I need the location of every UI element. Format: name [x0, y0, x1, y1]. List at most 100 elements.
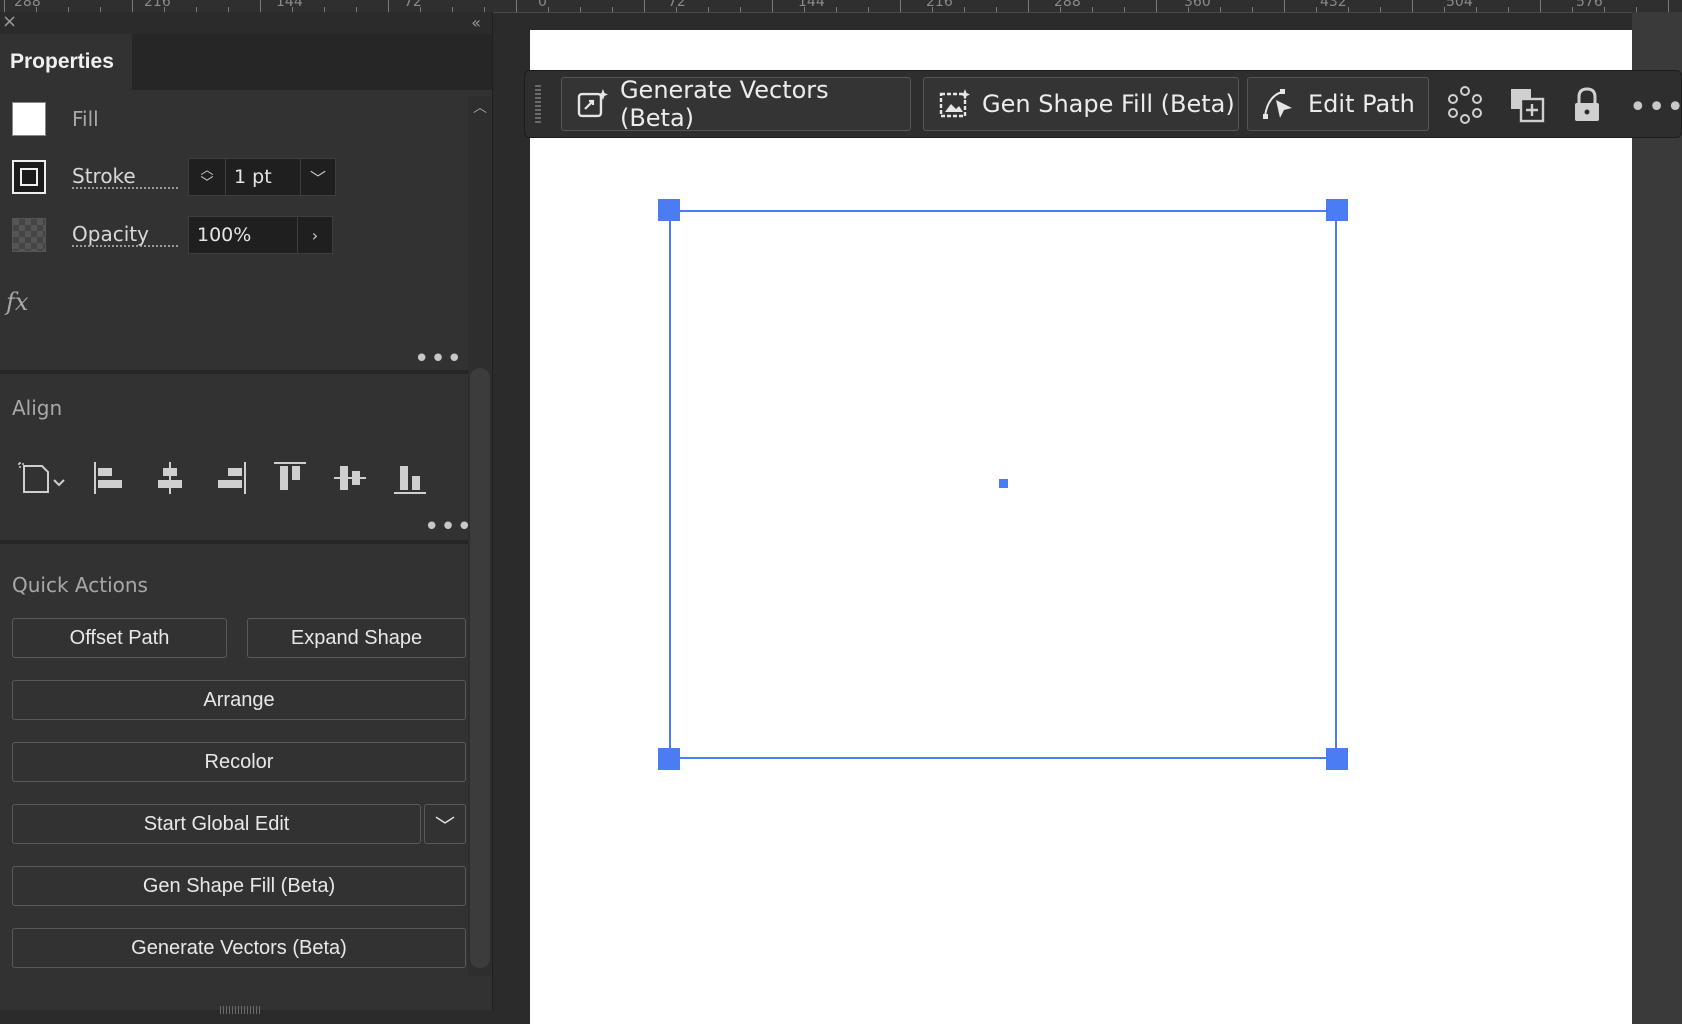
ruler-tick	[388, 0, 389, 12]
ruler-tick	[1220, 7, 1221, 12]
quick-actions-title: Quick Actions	[12, 573, 148, 597]
ruler-tick	[804, 7, 805, 12]
fill-label: Fill	[72, 107, 99, 131]
stroke-weight-control: ︿ ﹀ 1 pt ﹀	[188, 158, 336, 196]
align-bottom-icon[interactable]	[390, 458, 430, 498]
ruler-tick	[772, 0, 773, 12]
chevron-down-icon[interactable]: ﹀	[301, 159, 335, 195]
ruler-tick	[132, 0, 133, 12]
expand-shape-button[interactable]: Expand Shape	[247, 618, 466, 658]
scroll-thumb[interactable]	[470, 368, 490, 968]
gen-shape-fill-taskbar-button[interactable]: Gen Shape Fill (Beta)	[923, 77, 1239, 131]
ruler-label: 216	[144, 0, 171, 10]
edit-path-button[interactable]: Edit Path	[1247, 77, 1429, 131]
ruler-label: 144	[798, 0, 825, 10]
properties-panel: × ‹‹ Properties ︿ Fill Stroke ︿ ﹀ 1 pt ﹀ …	[0, 12, 493, 1014]
stroke-stepper[interactable]: ︿ ﹀	[189, 159, 226, 195]
sparkle-vector-icon	[577, 89, 608, 118]
stroke-swatch[interactable]	[12, 160, 46, 194]
ruler-tick	[644, 0, 645, 12]
ruler-tick	[1476, 7, 1477, 12]
opacity-label[interactable]: Opacity	[72, 223, 178, 247]
offset-path-button[interactable]: Offset Path	[12, 618, 227, 658]
ruler-label: 576	[1576, 0, 1603, 10]
gen-shape-fill-label: Gen Shape Fill (Beta)	[982, 90, 1235, 118]
ruler-tick	[260, 0, 261, 12]
stroke-weight-input[interactable]: 1 pt	[226, 159, 301, 195]
ruler-tick	[836, 7, 837, 12]
resize-handle-bottom-left[interactable]	[658, 748, 680, 770]
ruler-tick	[1188, 7, 1189, 12]
panel-topbar: × ‹‹	[0, 12, 492, 34]
resize-handle-bottom-right[interactable]	[1326, 748, 1348, 770]
align-hcenter-icon[interactable]	[150, 458, 190, 498]
ruler-tick	[548, 7, 549, 12]
chevron-down-icon[interactable]: ﹀	[424, 804, 466, 844]
align-left-icon[interactable]	[90, 458, 130, 498]
close-icon[interactable]: ×	[2, 12, 17, 32]
ruler-label: 144	[276, 0, 303, 10]
more-icon[interactable]: •••	[414, 346, 463, 372]
lock-icon[interactable]	[1567, 85, 1607, 125]
ruler-label: 432	[1320, 0, 1347, 10]
opacity-swatch[interactable]	[12, 218, 46, 252]
generate-vectors-taskbar-button[interactable]: Generate Vectors (Beta)	[561, 76, 911, 132]
ruler-label: 288	[1054, 0, 1081, 10]
panel-resize-grip[interactable]	[220, 1006, 260, 1014]
opacity-control: 100% ›	[188, 216, 333, 254]
fill-row: Fill	[12, 102, 99, 136]
scroll-up-icon[interactable]: ︿	[472, 100, 488, 116]
ruler-tick	[1668, 0, 1669, 12]
generate-vectors-button[interactable]: Generate Vectors (Beta)	[12, 928, 466, 968]
tab-properties[interactable]: Properties	[0, 34, 132, 90]
ruler-tick	[1092, 7, 1093, 12]
ruler-tick	[1572, 7, 1573, 12]
chevron-right-icon[interactable]: ›	[298, 217, 332, 253]
ruler-tick	[516, 0, 517, 12]
section-divider	[0, 540, 468, 544]
ruler-tick	[1412, 0, 1413, 12]
edit-path-icon	[1263, 89, 1292, 119]
align-vcenter-icon[interactable]	[330, 458, 370, 498]
ruler-tick	[1124, 7, 1125, 12]
ruler-tick	[1252, 7, 1253, 12]
start-global-edit-button[interactable]: Start Global Edit	[12, 804, 421, 844]
align-to-icon[interactable]	[18, 458, 70, 498]
ruler-tick	[996, 7, 997, 12]
ruler-tick	[1444, 7, 1445, 12]
recolor-button[interactable]: Recolor	[12, 742, 466, 782]
transform-icon[interactable]	[1445, 85, 1485, 125]
arrange-button[interactable]: Arrange	[12, 680, 466, 720]
resize-handle-top-right[interactable]	[1326, 199, 1348, 221]
ruler-label: 0	[538, 0, 547, 10]
ruler-tick	[1508, 7, 1509, 12]
opacity-input[interactable]: 100%	[189, 217, 298, 253]
taskbar-grip[interactable]	[535, 85, 541, 125]
fx-icon[interactable]: fx	[6, 288, 28, 316]
generate-vectors-label: Generate Vectors (Beta)	[619, 76, 829, 132]
panel-tabs: Properties	[0, 34, 492, 90]
ruler-tick	[1348, 7, 1349, 12]
align-top-icon[interactable]	[270, 458, 310, 498]
ruler-tick	[1604, 7, 1605, 12]
ruler-tick	[932, 7, 933, 12]
fill-swatch[interactable]	[12, 102, 46, 136]
ruler-tick	[964, 7, 965, 12]
ruler-tick	[1156, 0, 1157, 12]
ruler-tick	[900, 0, 901, 12]
center-point[interactable]	[999, 479, 1008, 488]
ruler-label: 216	[926, 0, 953, 10]
gen-shape-fill-button[interactable]: Gen Shape Fill (Beta)	[12, 866, 466, 906]
stroke-label[interactable]: Stroke	[72, 165, 178, 189]
edit-path-label: Edit Path	[1308, 90, 1415, 118]
ruler-tick	[708, 7, 709, 12]
resize-handle-top-left[interactable]	[658, 199, 680, 221]
sparkle-image-icon	[939, 89, 970, 118]
collapse-icon[interactable]: ‹‹	[471, 12, 481, 34]
more-icon[interactable]: •••	[1629, 93, 1682, 123]
align-right-icon[interactable]	[210, 458, 250, 498]
align-title: Align	[12, 396, 63, 420]
duplicate-icon[interactable]	[1507, 85, 1547, 125]
ruler-tick	[1316, 7, 1317, 12]
more-icon[interactable]: •••	[424, 514, 473, 540]
